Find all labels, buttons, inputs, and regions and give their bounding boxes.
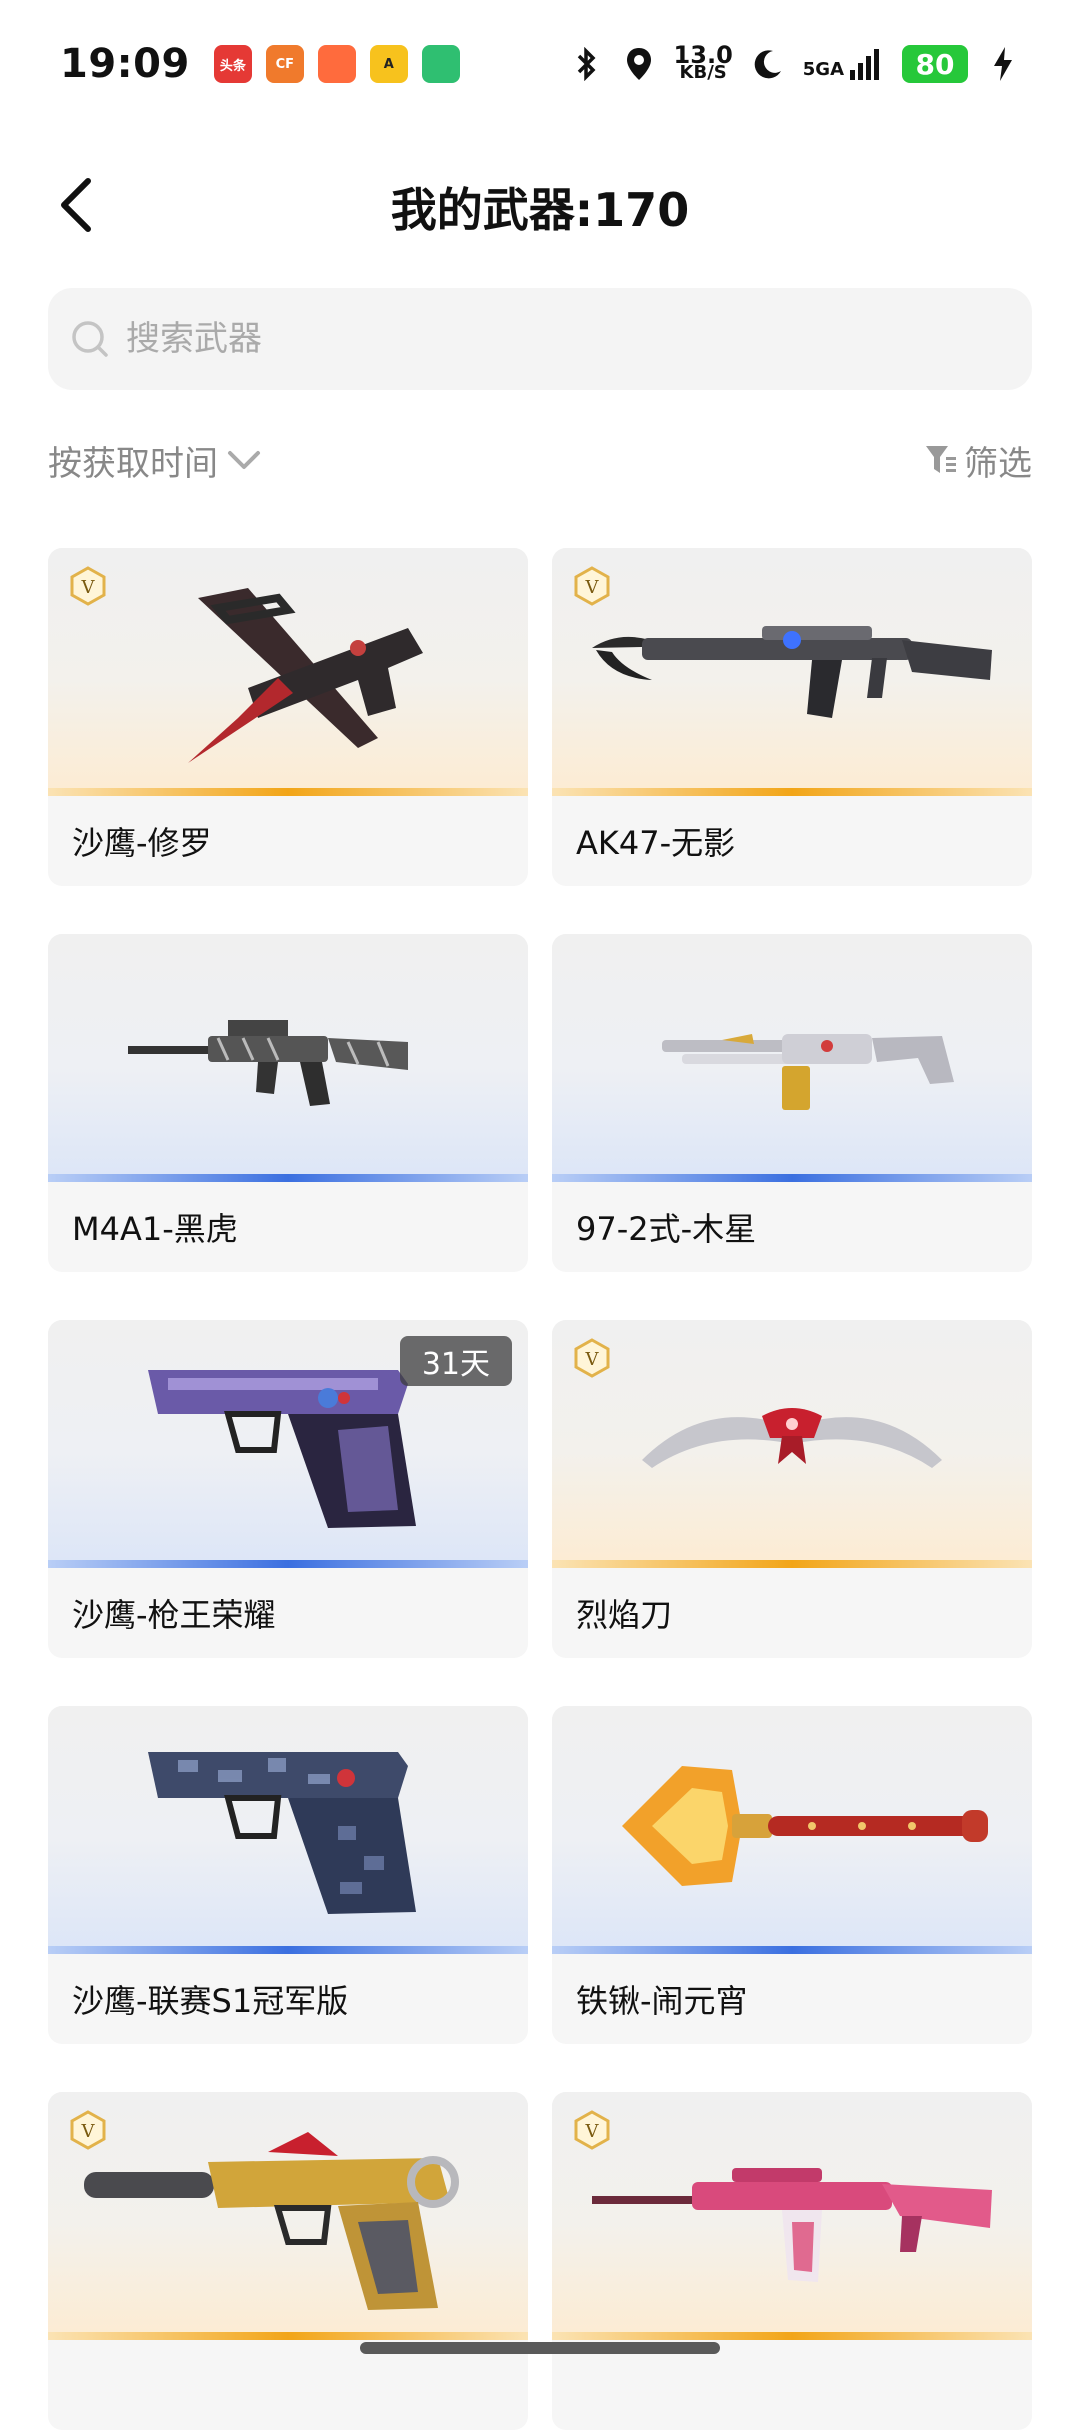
chevron-down-icon (228, 451, 260, 469)
rarity-bar (48, 1946, 528, 1954)
knife-pistol-icon (188, 588, 423, 763)
vip-badge-icon: V (574, 566, 610, 606)
weapon-name: 烈焰刀 (576, 1596, 673, 1634)
home-indicator[interactable] (360, 2342, 720, 2354)
sort-label: 按获取时间 (48, 443, 218, 484)
vip-badge-icon: V (574, 1338, 610, 1378)
shovel-icon (622, 1766, 988, 1886)
signal-icon: 5GA (803, 48, 884, 80)
search-icon (70, 317, 114, 361)
svg-text:V: V (585, 2121, 600, 2142)
search-bar[interactable] (48, 288, 1032, 390)
rarity-bar (552, 1174, 1032, 1182)
bluetooth-icon (570, 47, 604, 81)
weapon-name: M4A1-黑虎 (72, 1210, 238, 1248)
pistol-icon (84, 2132, 459, 2310)
rarity-bar (552, 1946, 1032, 1954)
rarity-bar (552, 788, 1032, 796)
status-time: 19:09 (60, 41, 190, 87)
weapon-image: V (48, 2092, 528, 2332)
expiry-tag: 31天 (399, 1336, 512, 1386)
weapon-card[interactable]: 铁锹-闹元宵 (552, 1706, 1032, 2044)
vip-badge-icon: V (70, 566, 106, 606)
weapon-card[interactable]: 沙鹰-联赛S1冠军版 (48, 1706, 528, 2044)
svg-text:V: V (81, 2121, 96, 2142)
blade-icon (642, 1408, 942, 1468)
rarity-bar (48, 788, 528, 796)
svg-text:V: V (585, 577, 600, 598)
rifle-icon (592, 2168, 992, 2282)
page-header: 我的武器:170 (0, 150, 1080, 260)
moon-icon (751, 47, 785, 81)
weapon-name: 沙鹰-修罗 (72, 824, 212, 862)
sort-filter-row: 按获取时间 筛选 (48, 430, 1032, 490)
weapon-image (48, 934, 528, 1174)
rarity-bar (48, 1174, 528, 1182)
weapon-image (552, 1706, 1032, 1946)
weapon-card[interactable]: V AK47-无影 (552, 548, 1032, 886)
rarity-bar (48, 1560, 528, 1568)
a-app-icon: A (369, 45, 408, 83)
charging-icon (986, 47, 1020, 81)
weapon-card[interactable]: 31天 沙鹰-枪王荣耀 (48, 1320, 528, 1658)
weapon-card[interactable]: V 沙鹰-修罗 (48, 548, 528, 886)
status-bar: 19:09 头条 CF A 13.0 KB/S 5GA 80 (0, 0, 1080, 128)
cf-app-icon: CF (265, 45, 304, 83)
pistol-icon (148, 1752, 416, 1914)
rifle-icon (592, 626, 992, 718)
page-title: 我的武器:170 (390, 183, 690, 237)
vip-badge-icon: V (70, 2110, 106, 2150)
weapon-name: 97-2式-木星 (576, 1210, 757, 1248)
weapon-card[interactable]: V (48, 2092, 528, 2430)
shotgun-icon (662, 1034, 954, 1110)
weapon-card[interactable]: M4A1-黑虎 (48, 934, 528, 1272)
weapon-name: 沙鹰-枪王荣耀 (72, 1596, 276, 1634)
weapon-image: V (552, 2092, 1032, 2332)
svg-text:V: V (585, 1349, 600, 1370)
rarity-bar (552, 2332, 1032, 2340)
location-icon (622, 47, 656, 81)
weapon-image: 31天 (48, 1320, 528, 1560)
svg-text:V: V (81, 577, 96, 598)
toutiao-app-icon: 头条 (213, 45, 252, 83)
weapon-name: 沙鹰-联赛S1冠军版 (72, 1982, 349, 2020)
vip-badge-icon: V (574, 2110, 610, 2150)
weapon-card[interactable]: 97-2式-木星 (552, 934, 1032, 1272)
weapon-image (552, 934, 1032, 1174)
status-app-icons: 头条 CF A (213, 45, 460, 83)
weapon-card[interactable]: V (552, 2092, 1032, 2430)
filter-label: 筛选 (964, 443, 1032, 484)
rifle-icon (128, 1020, 408, 1106)
weapon-grid: V 沙鹰-修罗 V AK47-无影 M4A1-黑虎 97-2式-木星 31天 沙… (48, 548, 1032, 2430)
weapon-image: V (552, 548, 1032, 788)
weapon-name: 铁锹-闹元宵 (576, 1982, 748, 2020)
filter-button[interactable]: 筛选 (924, 436, 1032, 485)
weapon-name: AK47-无影 (576, 824, 736, 862)
network-speed: 13.0 KB/S (673, 41, 733, 83)
rarity-bar (552, 1560, 1032, 1568)
game-app-icon (317, 45, 356, 83)
search-input[interactable] (124, 318, 924, 360)
video-app-icon (421, 45, 460, 83)
weapon-image: V (48, 548, 528, 788)
weapon-image (48, 1706, 528, 1946)
weapon-image: V (552, 1320, 1032, 1560)
sort-dropdown[interactable]: 按获取时间 (48, 436, 262, 485)
weapon-card[interactable]: V 烈焰刀 (552, 1320, 1032, 1658)
rarity-bar (48, 2332, 528, 2340)
battery-indicator: 80 (902, 45, 968, 83)
filter-icon (926, 446, 956, 473)
